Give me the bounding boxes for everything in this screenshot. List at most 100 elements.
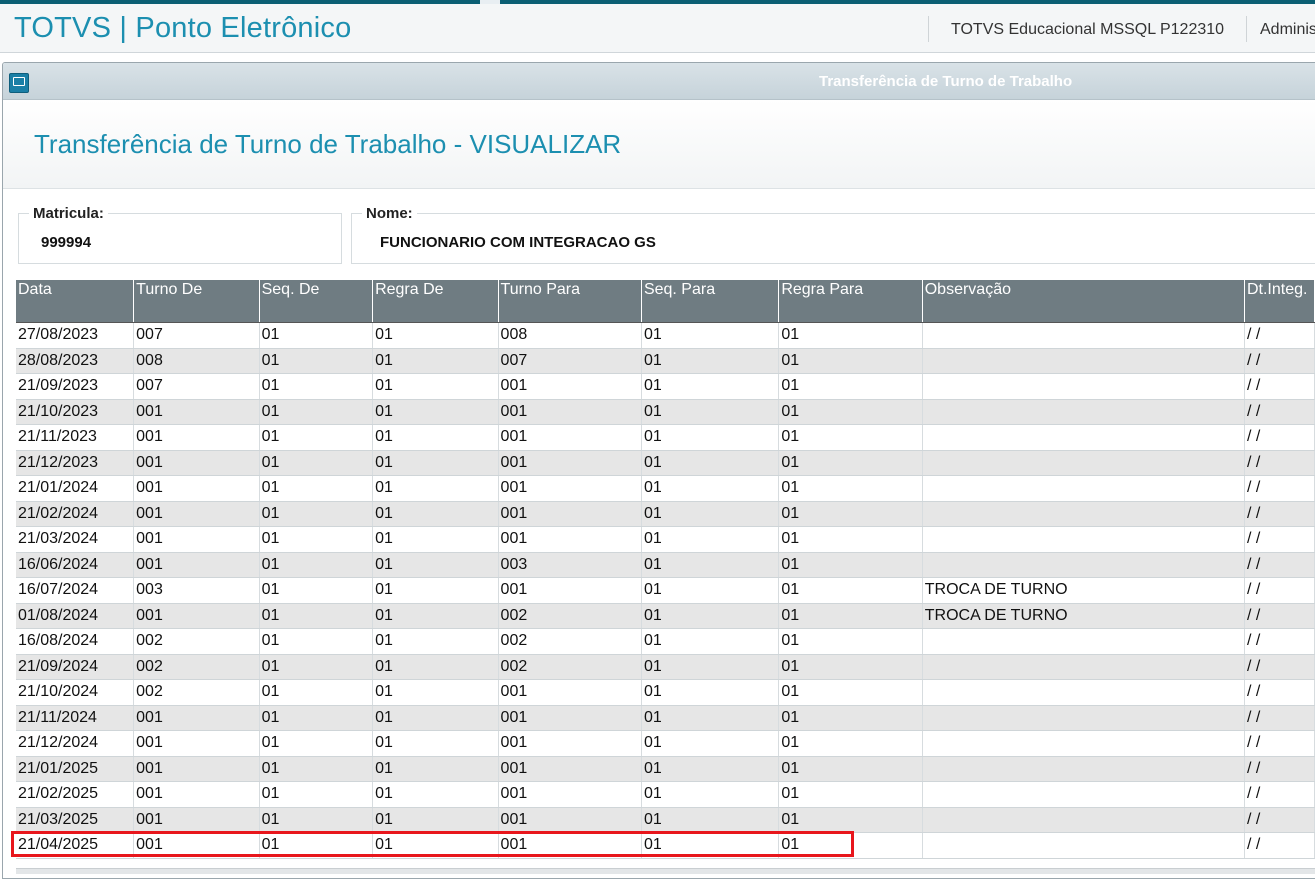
table-cell: 01 [259, 322, 374, 349]
table-cell: 001 [133, 730, 260, 757]
table-row[interactable]: 01/08/2024 001 01 01 002 01 01 TROCA DE TURNO /… [16, 603, 1315, 629]
table-cell: 001 [498, 832, 642, 859]
table-cell: 007 [498, 348, 642, 374]
table-cell: 21/10/2024 [16, 679, 135, 706]
table-cell: 01 [372, 450, 499, 476]
table-cell: 01 [778, 348, 923, 374]
matricula-field: Matricula: 999994 [18, 205, 342, 264]
app-header: TOTVS | Ponto Eletrônico TOTVS Educacion… [0, 4, 1315, 53]
table-cell: 01 [259, 756, 374, 782]
table-cell: TROCA DE TURNO [922, 577, 1245, 604]
table-cell: 01 [372, 781, 499, 808]
table-row[interactable]: 27/08/2023 007 01 01 008 01 01 / / [16, 322, 1315, 349]
table-cell [922, 399, 1245, 425]
table-cell [922, 679, 1245, 706]
table-cell: 003 [498, 552, 642, 578]
table-cell: / / [1244, 781, 1315, 808]
table-cell [922, 348, 1245, 374]
table-cell: 01 [641, 552, 780, 578]
table-cell: 21/09/2023 [16, 373, 135, 400]
table-row[interactable]: 16/07/2024 003 01 01 001 01 01 TROCA DE TURNO /… [16, 577, 1315, 604]
table-cell: 01 [778, 475, 923, 502]
table-cell: 01 [259, 501, 374, 527]
table-cell: TROCA DE TURNO [922, 603, 1245, 629]
table-cell: 21/03/2024 [16, 526, 135, 553]
table-cell: / / [1244, 552, 1315, 578]
table-row[interactable]: 21/02/2025 001 01 01 001 01 01 / / [16, 781, 1315, 808]
table-header-row: Data Turno De Seq. De Regra De Turno Para Seq… [16, 280, 1315, 323]
table-row[interactable]: 21/12/2024 001 01 01 001 01 01 / / [16, 730, 1315, 757]
table-cell: 002 [133, 628, 260, 655]
app-title[interactable]: TOTVS | Ponto Eletrônico [14, 12, 351, 45]
table-cell [922, 781, 1245, 808]
column-header[interactable]: Regra De [372, 280, 499, 323]
table-cell: 01 [641, 807, 780, 833]
table-cell: 21/01/2025 [16, 756, 135, 782]
table-cell: 01 [641, 526, 780, 553]
table-row[interactable]: 21/04/2025 001 01 01 001 01 01 / / [16, 832, 1315, 859]
table-row[interactable]: 16/08/2024 002 01 01 002 01 01 / / [16, 628, 1315, 655]
column-header[interactable]: Regra Para [778, 280, 923, 323]
page-title: Transferência de Turno de Trabalho - VIS… [34, 129, 622, 159]
table-cell: / / [1244, 807, 1315, 833]
table-cell: 01 [641, 424, 780, 451]
table-row[interactable]: 21/01/2024 001 01 01 001 01 01 / / [16, 475, 1315, 502]
matricula-label: Matricula: [29, 205, 108, 222]
table-cell: 001 [133, 424, 260, 451]
table-cell: 001 [133, 552, 260, 578]
table-row[interactable]: 21/03/2024 001 01 01 001 01 01 / / [16, 526, 1315, 553]
table-cell: 001 [133, 501, 260, 527]
table-cell [922, 501, 1245, 527]
page-header: Transferência de Turno de Trabalho - VIS… [3, 100, 1315, 189]
table-cell: 21/01/2024 [16, 475, 135, 502]
matricula-value: 999994 [41, 234, 92, 251]
column-header[interactable]: Seq. Para [641, 280, 780, 323]
column-header[interactable]: Data [16, 280, 135, 323]
table-cell: 01 [778, 322, 923, 349]
table-row[interactable]: 21/10/2024 002 01 01 001 01 01 / / [16, 679, 1315, 706]
table-cell: 01 [259, 399, 374, 425]
user-menu[interactable]: Adminis [1260, 21, 1315, 39]
table-cell: 01 [372, 322, 499, 349]
table-row[interactable]: 21/12/2023 001 01 01 001 01 01 / / [16, 450, 1315, 476]
table-cell [922, 526, 1245, 553]
table-row[interactable]: 21/09/2024 002 01 01 002 01 01 / / [16, 654, 1315, 680]
table-cell: 01 [259, 679, 374, 706]
column-header[interactable]: Turno De [133, 280, 260, 323]
window-monitor-icon[interactable] [9, 73, 29, 93]
table-row[interactable]: 21/11/2023 001 01 01 001 01 01 / / [16, 424, 1315, 451]
column-header[interactable]: Dt.Integ. [1244, 280, 1315, 323]
table-row[interactable]: 16/06/2024 001 01 01 003 01 01 / / [16, 552, 1315, 578]
table-cell: 002 [133, 679, 260, 706]
table-cell [922, 654, 1245, 680]
table-cell: 01 [372, 424, 499, 451]
table-row[interactable]: 21/01/2025 001 01 01 001 01 01 / / [16, 756, 1315, 782]
table-cell: 01 [259, 552, 374, 578]
column-header[interactable]: Observação [922, 280, 1245, 323]
table-cell: 01 [259, 781, 374, 808]
table-row[interactable]: 21/09/2023 007 01 01 001 01 01 / / [16, 373, 1315, 400]
column-header[interactable]: Turno Para [498, 280, 642, 323]
table-row[interactable]: 21/02/2024 001 01 01 001 01 01 / / [16, 501, 1315, 527]
table-cell [922, 807, 1245, 833]
table-cell: 01 [372, 475, 499, 502]
table-cell: 01 [778, 730, 923, 757]
table-cell: 01 [372, 807, 499, 833]
table-cell: / / [1244, 475, 1315, 502]
table-cell: 16/08/2024 [16, 628, 135, 655]
table-cell: / / [1244, 730, 1315, 757]
table-cell: / / [1244, 373, 1315, 400]
table-row[interactable]: 21/11/2024 001 01 01 001 01 01 / / [16, 705, 1315, 731]
table-row[interactable]: 21/10/2023 001 01 01 001 01 01 / / [16, 399, 1315, 425]
horizontal-scrollbar[interactable] [16, 868, 1315, 874]
table-cell: 01 [372, 577, 499, 604]
table-row[interactable]: 28/08/2023 008 01 01 007 01 01 / / [16, 348, 1315, 374]
table-cell: 01 [372, 756, 499, 782]
column-header[interactable]: Seq. De [259, 280, 374, 323]
environment-label[interactable]: TOTVS Educacional MSSQL P122310 [951, 21, 1224, 39]
table-cell: 01 [778, 628, 923, 655]
table-cell: 21/03/2025 [16, 807, 135, 833]
table-row[interactable]: 21/03/2025 001 01 01 001 01 01 / / [16, 807, 1315, 833]
table-cell: 01 [259, 526, 374, 553]
nome-value: FUNCIONARIO COM INTEGRACAO GS [380, 234, 656, 251]
